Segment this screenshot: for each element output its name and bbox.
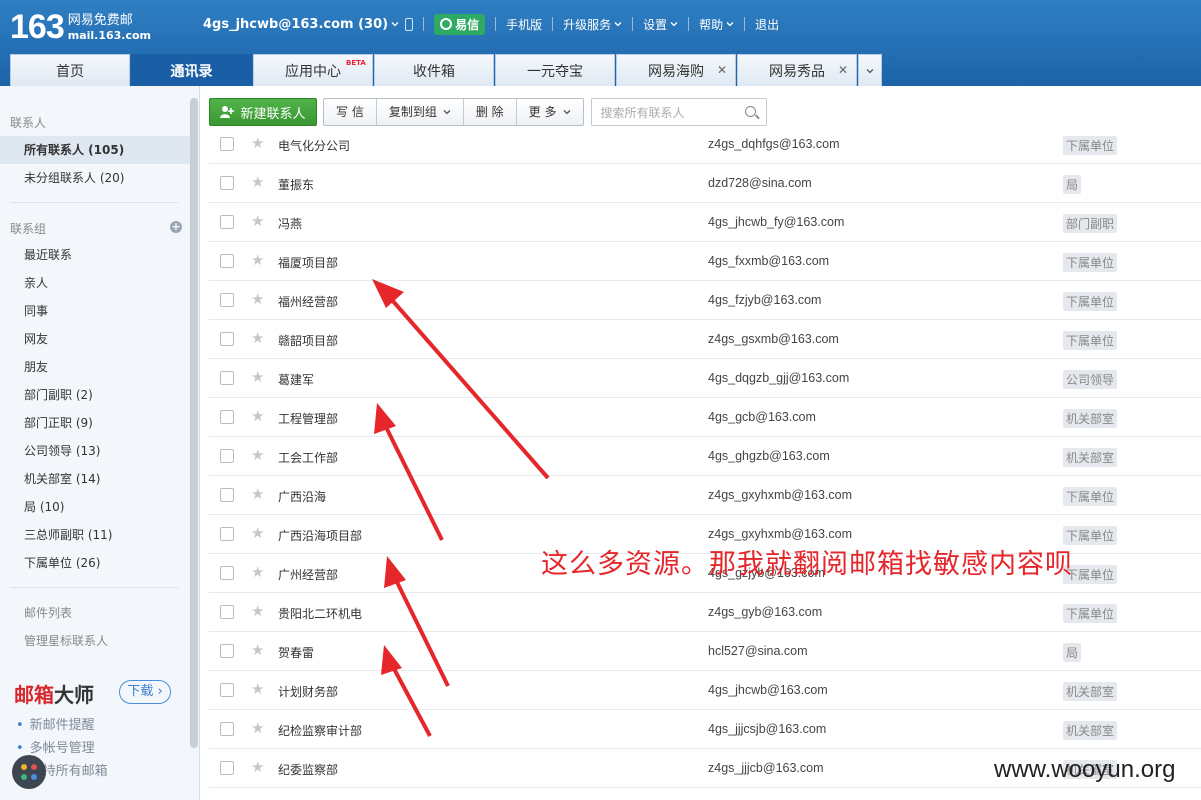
watermark: www.wooyun.org bbox=[994, 756, 1176, 783]
red-arrow-icon bbox=[374, 403, 444, 541]
annotation-text: 这么多资源。那我就翻阅邮箱找敏感内容呗 bbox=[541, 549, 1073, 580]
annotation-arrows bbox=[372, 279, 550, 737]
red-arrow-icon bbox=[381, 645, 432, 737]
